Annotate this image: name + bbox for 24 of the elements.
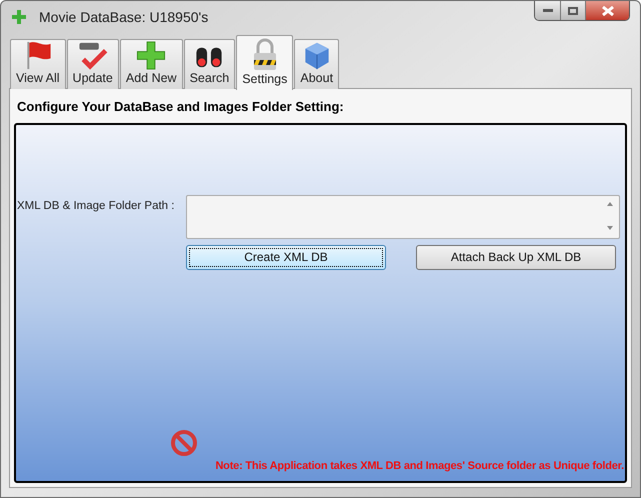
scroll-up-icon[interactable]	[607, 202, 613, 206]
prohibited-icon	[170, 429, 198, 457]
window-title: Movie DataBase: U18950's	[39, 8, 208, 26]
minimize-icon	[542, 9, 552, 12]
scroll-down-icon[interactable]	[607, 226, 613, 230]
field-label: XML DB & Image Folder Path :	[16, 198, 176, 214]
tab[interactable]: Settings	[236, 35, 294, 90]
close-icon	[600, 6, 614, 16]
maximize-icon	[568, 6, 578, 14]
tab[interactable]: About	[294, 39, 340, 89]
tab[interactable]: View All	[10, 39, 66, 89]
action-button[interactable]: Create XML DB	[186, 244, 386, 270]
section-heading: Configure Your DataBase and Images Folder Setting:	[16, 98, 345, 116]
minimize-button[interactable]	[535, 1, 561, 20]
tab[interactable]: Search	[184, 39, 236, 89]
close-button[interactable]	[586, 1, 629, 20]
plus-icon	[11, 9, 27, 25]
maximize-button[interactable]	[561, 1, 586, 20]
plus-icon	[136, 40, 166, 71]
tab[interactable]: Add New	[120, 39, 183, 89]
action-button[interactable]: Attach Back Up XML DB	[416, 244, 616, 270]
tab[interactable]: Update	[66, 39, 119, 89]
note-text: Note: This Application takes XML DB and Images' Source folder as Unique folder.	[215, 458, 624, 474]
path-field[interactable]	[186, 194, 620, 238]
